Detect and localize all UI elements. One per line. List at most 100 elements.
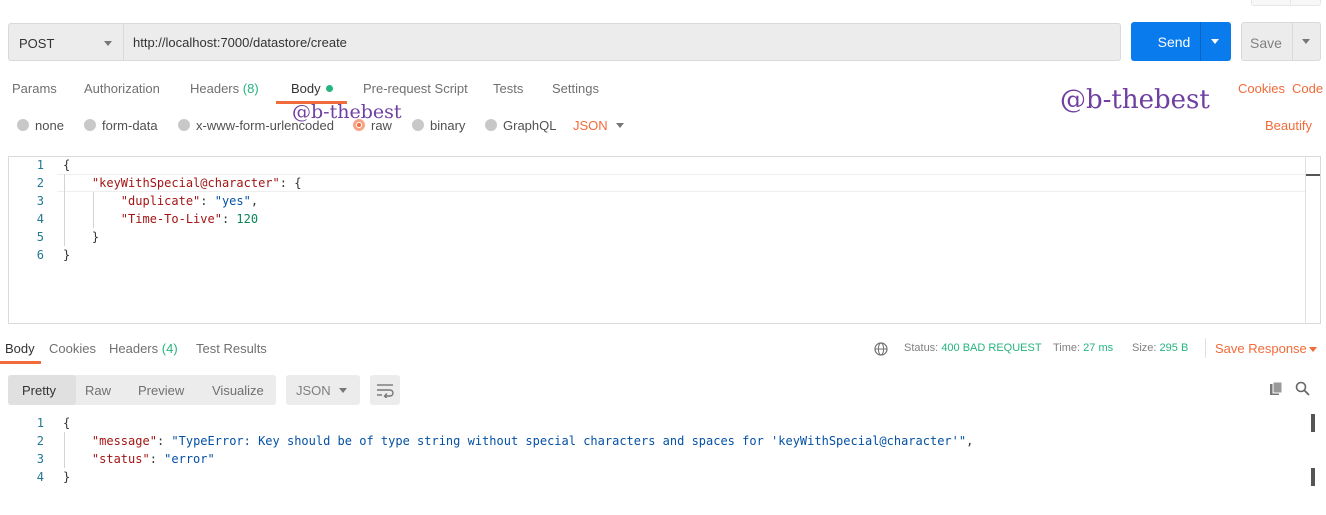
editor-scroll-thumb[interactable] — [1306, 174, 1320, 176]
radio-none[interactable] — [17, 119, 29, 131]
response-tab-body[interactable]: Body — [5, 341, 35, 356]
chevron-down-icon[interactable] — [616, 123, 624, 128]
save-divider — [1292, 23, 1293, 60]
code-line: "Time-To-Live": 120 — [120, 212, 259, 226]
copy-icon[interactable] — [1269, 381, 1284, 396]
url-input[interactable]: http://localhost:7000/datastore/create — [123, 23, 1121, 61]
line-number: 1 — [36, 416, 44, 430]
tab-headers-label: Headers — [190, 81, 240, 96]
tab-settings[interactable]: Settings — [552, 81, 599, 96]
tab-tests[interactable]: Tests — [493, 81, 523, 96]
body-format-select[interactable]: JSON — [573, 118, 608, 133]
line-number: 2 — [36, 176, 44, 190]
brace: } — [63, 470, 71, 484]
view-pretty-button[interactable]: Pretty — [22, 383, 56, 398]
line-number: 2 — [36, 434, 44, 448]
globe-icon[interactable] — [874, 342, 888, 356]
tab-authorization[interactable]: Authorization — [84, 81, 160, 96]
tab-params[interactable]: Params — [12, 81, 57, 96]
line-number: 1 — [36, 158, 44, 172]
request-line-numbers: 1 2 3 4 5 6 — [0, 156, 44, 264]
response-line-numbers: 1 2 3 4 — [0, 414, 44, 486]
save-button[interactable]: Save — [1241, 22, 1321, 61]
top-toolbar-stub — [1251, 0, 1321, 6]
size-label: Size: — [1132, 342, 1157, 354]
code-link[interactable]: Code — [1292, 81, 1323, 96]
view-visualize-button[interactable]: Visualize — [212, 383, 264, 398]
response-tab-cookies[interactable]: Cookies — [49, 341, 96, 356]
time-readout: Time: 27 ms — [1053, 342, 1113, 354]
radio-binary[interactable] — [412, 119, 424, 131]
save-label: Save — [1250, 35, 1282, 51]
save-options-chevron-icon[interactable] — [1302, 39, 1310, 44]
send-label: Send — [1157, 34, 1191, 50]
line-number: 6 — [36, 248, 44, 262]
chevron-down-icon[interactable] — [1309, 347, 1317, 352]
json-key: "keyWithSpecial@character" — [91, 176, 280, 190]
response-scroll-marker[interactable] — [1311, 468, 1315, 486]
cookies-link[interactable]: Cookies — [1238, 81, 1285, 96]
radio-graphql-label[interactable]: GraphQL — [503, 118, 556, 133]
response-scroll-marker[interactable] — [1311, 414, 1315, 432]
tab-headers[interactable]: Headers (8) — [190, 81, 259, 96]
status-value: 400 BAD REQUEST — [941, 342, 1042, 354]
punctuation: : { — [279, 176, 302, 190]
response-tab-headers[interactable]: Headers (4) — [109, 341, 178, 356]
chevron-down-icon — [104, 41, 112, 46]
code-line: } — [63, 246, 301, 264]
editor-scrollbar[interactable] — [1305, 156, 1321, 324]
code-line: } — [63, 468, 973, 486]
send-button[interactable]: Send — [1131, 22, 1231, 61]
response-view-mode: Pretty Raw Preview Visualize — [8, 375, 276, 405]
time-value: 27 ms — [1083, 342, 1114, 354]
method-select[interactable]: POST — [8, 23, 123, 61]
line-number: 4 — [36, 212, 44, 226]
brace: { — [63, 416, 71, 430]
radio-raw[interactable] — [353, 119, 365, 131]
request-code: { "keyWithSpecial@character": { "duplica… — [63, 156, 301, 264]
response-format-select[interactable]: JSON — [286, 375, 360, 405]
size-value: 295 B — [1159, 342, 1189, 354]
line-number: 5 — [36, 230, 44, 244]
url-text: http://localhost:7000/datastore/create — [133, 35, 347, 50]
tab-body[interactable]: Body — [291, 81, 333, 96]
code-line: { — [63, 414, 973, 432]
radio-none-label[interactable]: none — [35, 118, 64, 133]
radio-urlencoded[interactable] — [178, 119, 190, 131]
search-icon[interactable] — [1295, 381, 1310, 396]
tab-prerequest-script[interactable]: Pre-request Script — [363, 81, 468, 96]
response-format-label: JSON — [296, 383, 331, 398]
line-number: 3 — [36, 452, 44, 466]
radio-urlencoded-label[interactable]: x-www-form-urlencoded — [196, 118, 334, 133]
radio-form-data-label[interactable]: form-data — [102, 118, 158, 133]
beautify-link[interactable]: Beautify — [1265, 118, 1312, 133]
watermark-text: @b-thebest — [1060, 85, 1210, 115]
active-response-tab-indicator — [0, 361, 41, 364]
send-options-chevron-icon[interactable] — [1211, 39, 1219, 44]
view-raw-button[interactable]: Raw — [85, 383, 111, 398]
divider — [1205, 338, 1206, 358]
method-label: POST — [19, 36, 55, 51]
code-line: } — [63, 228, 301, 246]
radio-raw-label[interactable]: raw — [371, 118, 392, 133]
view-preview-button[interactable]: Preview — [138, 383, 184, 398]
line-number: 4 — [36, 470, 44, 484]
save-response-button[interactable]: Save Response — [1215, 341, 1307, 356]
json-string: "error" — [164, 452, 215, 466]
json-key: "duplicate" — [120, 194, 201, 208]
wrap-lines-button[interactable] — [370, 375, 400, 405]
response-tab-headers-count: (4) — [161, 341, 178, 356]
code-line: "message": "TypeError: Key should be of … — [91, 434, 974, 448]
wrap-lines-icon — [377, 384, 394, 398]
radio-binary-label[interactable]: binary — [430, 118, 465, 133]
tab-headers-count: (8) — [242, 81, 259, 96]
json-number: 120 — [236, 212, 259, 226]
brace: } — [91, 230, 100, 244]
code-line: "keyWithSpecial@character": { — [63, 174, 302, 192]
modified-dot-icon — [325, 85, 333, 92]
radio-graphql[interactable] — [485, 119, 497, 131]
response-code: { "message": "TypeError: Key should be o… — [63, 414, 973, 486]
radio-form-data[interactable] — [84, 119, 96, 131]
size-readout: Size: 295 B — [1132, 342, 1188, 354]
response-tab-test-results[interactable]: Test Results — [196, 341, 267, 356]
